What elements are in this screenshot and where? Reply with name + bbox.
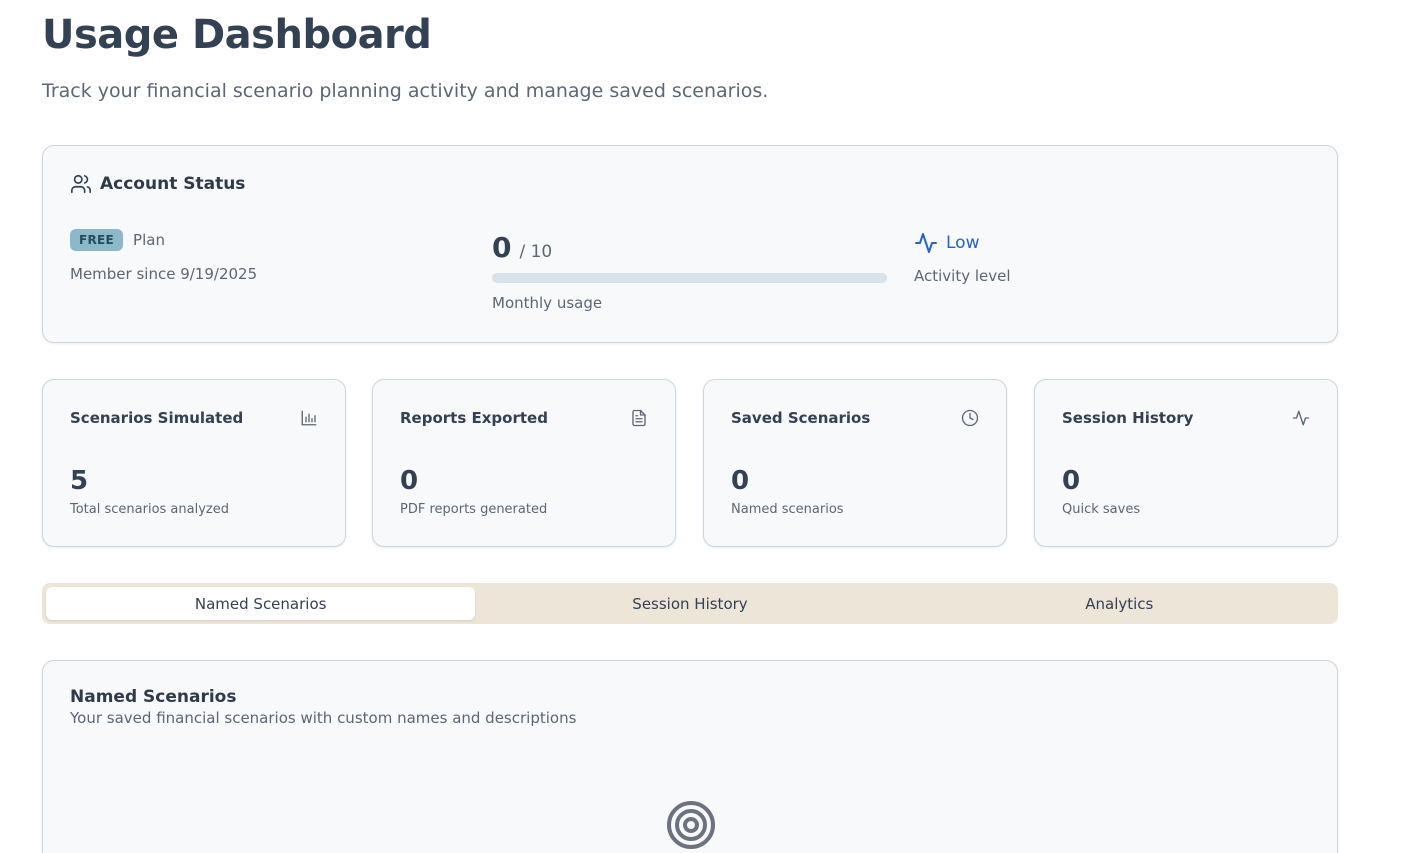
page-subtitle: Track your financial scenario planning a… bbox=[42, 80, 769, 102]
stat-caption: Named scenarios bbox=[731, 502, 844, 517]
member-since: Member since 9/19/2025 bbox=[70, 265, 258, 283]
users-icon bbox=[70, 173, 92, 195]
stat-value: 0 bbox=[400, 466, 419, 496]
activity-icon bbox=[914, 231, 938, 255]
activity-icon bbox=[1292, 409, 1310, 427]
activity-level-caption: Activity level bbox=[914, 267, 1011, 285]
tab-session-history[interactable]: Session History bbox=[475, 587, 904, 620]
stat-value: 5 bbox=[70, 466, 89, 496]
stat-caption: Total scenarios analyzed bbox=[70, 502, 229, 517]
stat-caption: PDF reports generated bbox=[400, 502, 548, 517]
usage-dashboard-page: Usage Dashboard Track your financial sce… bbox=[0, 0, 1406, 853]
activity-level-value: Low bbox=[946, 233, 980, 253]
usage-caption: Monthly usage bbox=[492, 294, 603, 312]
stat-card-scenarios-simulated: Scenarios Simulated 5 Total scenarios an… bbox=[42, 379, 346, 547]
stat-card-saved-scenarios: Saved Scenarios 0 Named scenarios bbox=[703, 379, 1007, 547]
page-title: Usage Dashboard bbox=[42, 12, 432, 58]
tab-named-scenarios[interactable]: Named Scenarios bbox=[46, 587, 476, 620]
tab-analytics[interactable]: Analytics bbox=[905, 587, 1334, 620]
activity-level-row: Low bbox=[914, 231, 979, 255]
target-icon bbox=[666, 800, 716, 850]
account-status-header: Account Status bbox=[70, 173, 245, 195]
stat-value: 0 bbox=[1062, 466, 1081, 496]
monthly-usage-count: 0 / 10 bbox=[492, 231, 552, 264]
stat-title: Session History bbox=[1062, 409, 1194, 427]
named-scenarios-title: Named Scenarios bbox=[70, 687, 237, 707]
stat-card-reports-exported: Reports Exported 0 PDF reports generated bbox=[372, 379, 676, 547]
stat-caption: Quick saves bbox=[1062, 502, 1141, 517]
account-status-title: Account Status bbox=[100, 174, 246, 194]
usage-progress-bar bbox=[492, 273, 887, 283]
plan-badge: FREE bbox=[70, 229, 124, 251]
stat-value: 0 bbox=[731, 466, 750, 496]
scenario-tabs: Named Scenarios Session History Analytic… bbox=[42, 583, 1338, 624]
file-text-icon bbox=[630, 409, 648, 427]
stat-title: Reports Exported bbox=[400, 409, 548, 427]
named-scenarios-description: Your saved financial scenarios with cust… bbox=[70, 709, 577, 727]
plan-row: FREE Plan bbox=[70, 229, 165, 251]
stat-title: Scenarios Simulated bbox=[70, 409, 244, 427]
usage-limit: / 10 bbox=[519, 242, 553, 262]
account-status-card: Account Status FREE Plan Member since 9/… bbox=[42, 145, 1338, 343]
stat-title: Saved Scenarios bbox=[731, 409, 871, 427]
plan-label: Plan bbox=[133, 231, 165, 249]
named-scenarios-panel: Named Scenarios Your saved financial sce… bbox=[42, 660, 1338, 853]
stat-card-session-history: Session History 0 Quick saves bbox=[1034, 379, 1338, 547]
bar-chart-icon bbox=[300, 409, 318, 427]
usage-count-value: 0 bbox=[492, 231, 512, 264]
clock-icon bbox=[961, 409, 979, 427]
